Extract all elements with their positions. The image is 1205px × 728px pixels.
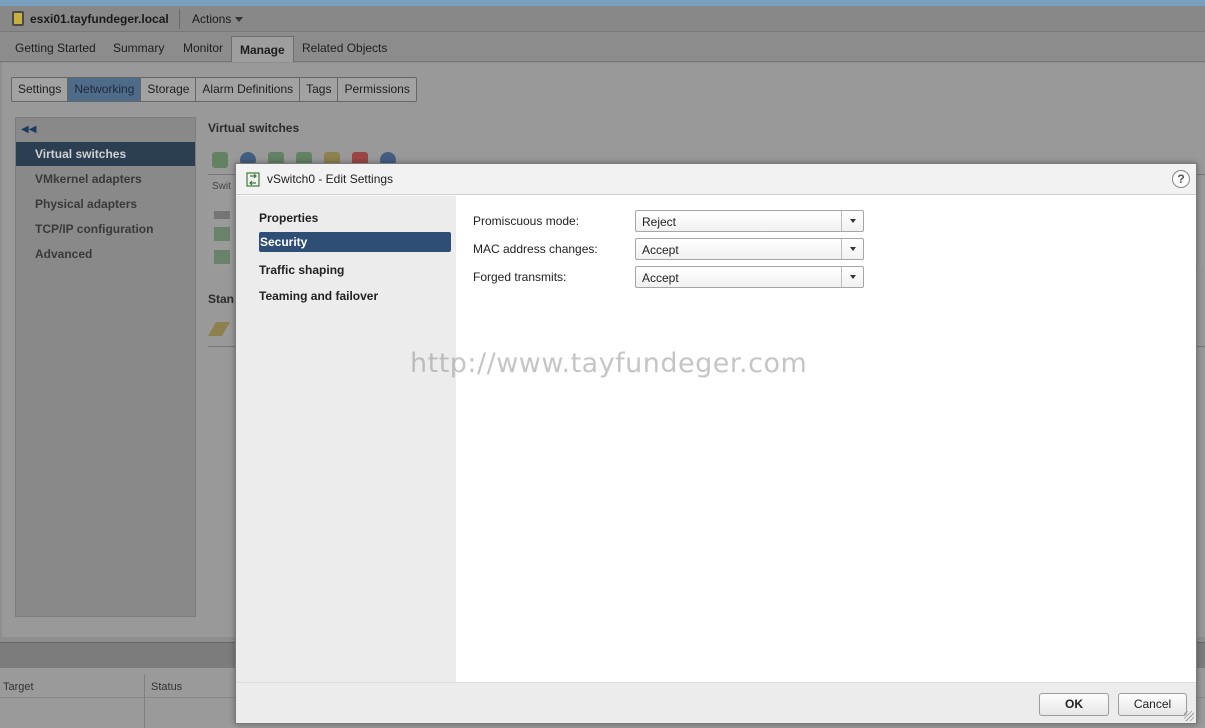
subtab-settings[interactable]: Settings [12,78,69,101]
networking-nav: ◀◀ Virtual switches VMkernel adapters Ph… [15,117,196,617]
column-target[interactable]: Target [3,681,34,693]
tab-summary[interactable]: Summary [113,41,164,55]
resize-grip-icon[interactable] [1184,711,1194,721]
cancel-button[interactable]: Cancel [1118,693,1187,716]
tab-getting-started[interactable]: Getting Started [15,41,96,55]
standard-switch-title: Stan [208,292,235,306]
dialog-nav-properties[interactable]: Properties [259,208,451,228]
object-header: esxi01.tayfundeger.local Actions [0,6,1205,32]
dialog-title: vSwitch0 - Edit Settings [267,172,394,186]
subtab-permissions[interactable]: Permissions [338,78,415,101]
nav-advanced[interactable]: Advanced [16,242,195,266]
actions-label: Actions [192,12,232,26]
nav-physical-adapters[interactable]: Physical adapters [16,192,195,216]
section-title: Virtual switches [208,121,300,135]
nav-vmkernel-adapters[interactable]: VMkernel adapters [16,167,195,191]
dialog-nav-traffic-shaping[interactable]: Traffic shaping [259,260,451,280]
tab-related-objects[interactable]: Related Objects [302,41,387,55]
subtab-networking[interactable]: Networking [68,78,142,101]
mac-address-changes-select[interactable]: Accept [635,238,864,260]
subtab-storage[interactable]: Storage [141,78,197,101]
chevron-down-icon[interactable] [841,211,863,231]
nav-virtual-switches[interactable]: Virtual switches [16,142,195,166]
subtab-alarm-definitions[interactable]: Alarm Definitions [196,78,301,101]
host-title: esxi01.tayfundeger.local [30,12,169,26]
dialog-nav-teaming-failover[interactable]: Teaming and failover [259,286,451,306]
dialog-nav-security[interactable]: Security [259,232,451,252]
select-value: Accept [642,271,679,285]
forged-transmits-select[interactable]: Accept [635,266,864,288]
select-value: Accept [642,243,679,257]
mac-address-changes-label: MAC address changes: [473,242,598,256]
main-tab-bar: Getting Started Summary Monitor Manage R… [0,33,1205,62]
switch-column-header: Swit [212,181,231,192]
collapse-icon[interactable]: ◀◀ [21,124,36,135]
switch-row-icon[interactable] [214,227,230,241]
chevron-down-icon [235,17,244,23]
host-icon [12,11,24,26]
help-icon[interactable]: ? [1172,170,1190,188]
add-host-networking-icon[interactable] [212,152,228,168]
tab-monitor[interactable]: Monitor [183,41,223,55]
column-separator [144,674,145,728]
forged-transmits-label: Forged transmits: [473,270,567,284]
sub-tab-bar: Settings Networking Storage Alarm Defini… [11,77,417,102]
dialog-footer: OK Cancel [236,682,1196,723]
edit-settings-dialog: vSwitch0 - Edit Settings ? Properties Se… [235,163,1197,724]
chevron-down-icon[interactable] [841,239,863,259]
dialog-nav: Properties Security Traffic shaping Team… [236,196,456,682]
column-status[interactable]: Status [151,681,182,693]
switch-row-icon[interactable] [214,211,230,219]
subtab-tags[interactable]: Tags [300,78,339,101]
actions-menu[interactable]: Actions [192,12,244,26]
header-separator [179,9,180,29]
promiscuous-mode-label: Promiscuous mode: [473,214,580,228]
security-settings-panel: Promiscuous mode: Reject MAC address cha… [456,196,1196,682]
switch-row-icon[interactable] [214,250,230,264]
chevron-down-icon[interactable] [841,267,863,287]
ok-button[interactable]: OK [1039,693,1109,716]
promiscuous-mode-select[interactable]: Reject [635,210,864,232]
watermark: http://www.tayfundeger.com [410,348,808,379]
nav-tcpip-configuration[interactable]: TCP/IP configuration [16,217,195,241]
select-value: Reject [642,215,677,229]
dialog-title-bar: vSwitch0 - Edit Settings ? [236,164,1196,195]
tab-manage[interactable]: Manage [231,36,294,62]
vswitch-icon [246,172,260,187]
